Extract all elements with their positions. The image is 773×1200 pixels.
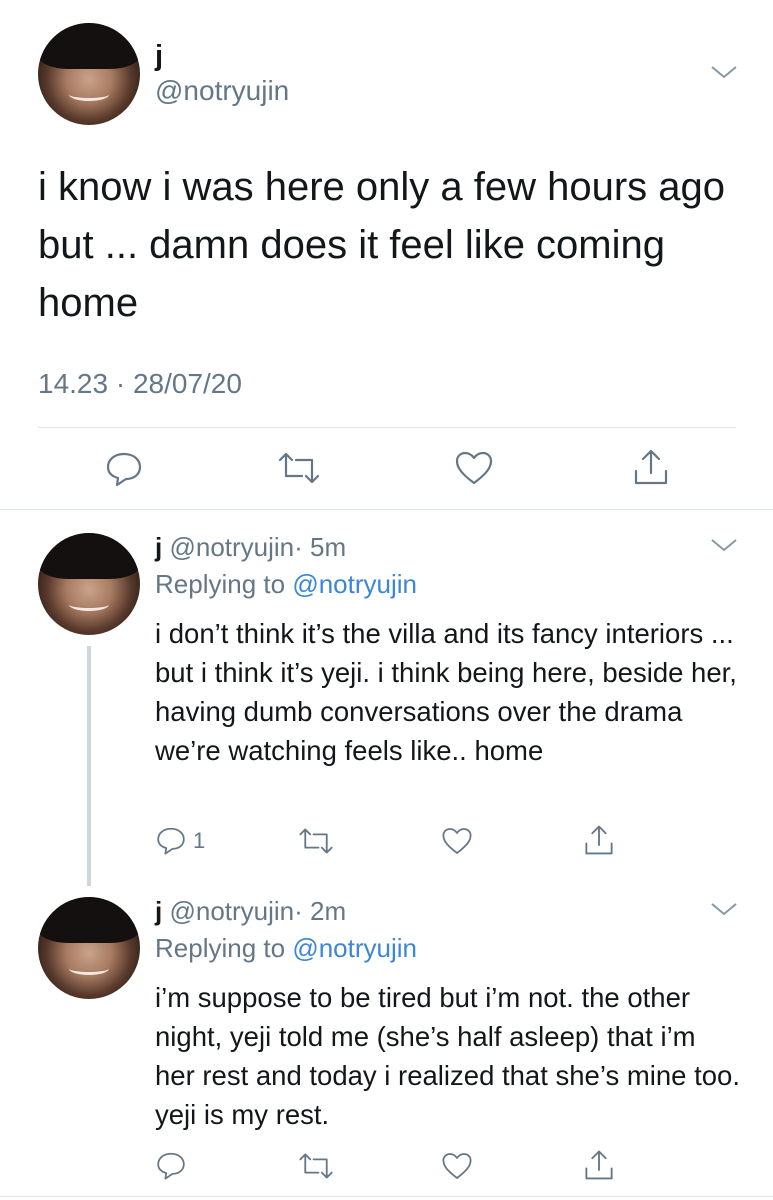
- display-name: j: [155, 40, 164, 72]
- reply-time[interactable]: · 2m: [294, 896, 346, 926]
- reply-text: i don’t think it’s the villa and its fan…: [155, 618, 737, 766]
- reply-icon[interactable]: [155, 824, 187, 856]
- reply-time[interactable]: · 5m: [294, 532, 346, 562]
- handle[interactable]: @notryujin: [169, 896, 294, 926]
- replying-to: Replying to @notryujin: [155, 933, 417, 964]
- avatar[interactable]: [38, 897, 140, 999]
- retweet-icon[interactable]: [297, 826, 335, 856]
- like-icon[interactable]: [441, 826, 473, 856]
- reply-icon[interactable]: [155, 1149, 187, 1181]
- replying-to: Replying to @notryujin: [155, 569, 417, 600]
- avatar[interactable]: [38, 23, 140, 125]
- handle[interactable]: @notryujin: [169, 532, 294, 562]
- retweet-icon[interactable]: [297, 1151, 335, 1181]
- display-name: j: [155, 532, 163, 562]
- share-icon[interactable]: [583, 1148, 615, 1182]
- avatar[interactable]: [38, 533, 140, 635]
- section-divider: [0, 1196, 773, 1197]
- reply-count: 1: [193, 828, 206, 853]
- chevron-down-icon[interactable]: [709, 899, 739, 919]
- reply-header: j @notryujin· 2m: [155, 896, 346, 927]
- like-icon[interactable]: [454, 450, 494, 486]
- chevron-down-icon[interactable]: [709, 62, 739, 82]
- section-divider: [0, 509, 773, 510]
- retweet-icon[interactable]: [276, 450, 322, 486]
- replying-to-prefix: Replying to: [155, 569, 286, 599]
- reply-icon[interactable]: [104, 448, 144, 488]
- reply-header: j @notryujin· 5m: [155, 532, 346, 563]
- like-icon[interactable]: [441, 1151, 473, 1181]
- share-icon[interactable]: [632, 447, 670, 487]
- divider: [38, 427, 736, 428]
- tweet-timestamp[interactable]: 14.23 · 28/07/20: [38, 368, 242, 400]
- mention-link[interactable]: @notryujin: [292, 569, 417, 599]
- display-name: j: [155, 896, 163, 926]
- handle[interactable]: @notryujin: [155, 75, 289, 107]
- thread-line: [87, 646, 91, 886]
- replying-to-prefix: Replying to: [155, 933, 286, 963]
- reply-text: i’m suppose to be tired but i’m not. the…: [155, 982, 740, 1130]
- mention-link[interactable]: @notryujin: [292, 933, 417, 963]
- share-icon[interactable]: [583, 823, 615, 857]
- chevron-down-icon[interactable]: [709, 535, 739, 555]
- tweet-text: i know i was here only a few hours ago b…: [38, 165, 726, 325]
